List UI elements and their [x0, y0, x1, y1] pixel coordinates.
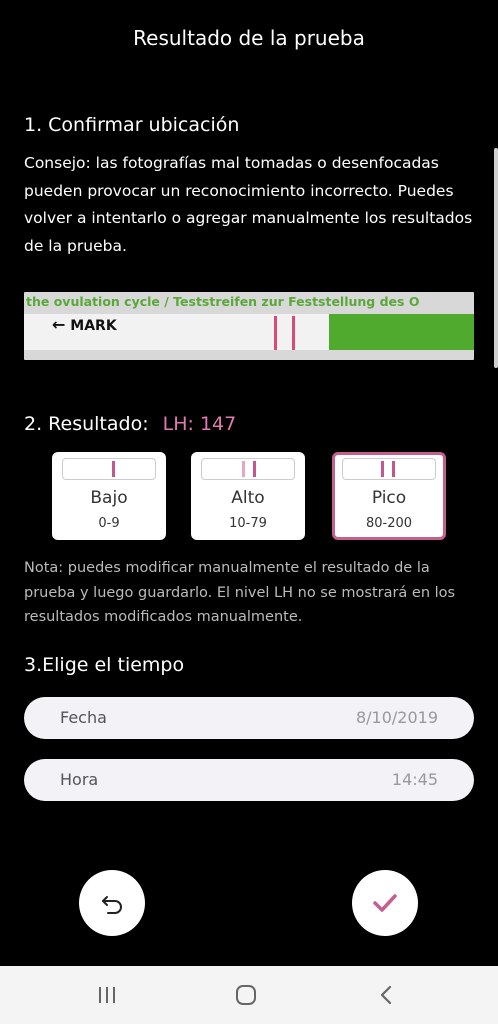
note-text: Nota: puedes modificar manualmente el re…: [24, 560, 456, 625]
time-label: Hora: [60, 770, 99, 789]
result-card-range: 0-9: [98, 516, 120, 531]
confirm-button[interactable]: [352, 870, 418, 936]
date-label: Fecha: [60, 708, 107, 727]
strip-line: [253, 461, 256, 477]
undo-button[interactable]: [79, 870, 145, 936]
scroll-indicator[interactable]: [494, 148, 498, 368]
section-location-heading: 1. Confirmar ubicación: [24, 114, 240, 136]
checkmark-icon: [373, 894, 397, 912]
strip-indicator: [342, 458, 436, 480]
strip-line: [392, 461, 395, 477]
back-icon[interactable]: [373, 982, 399, 1008]
result-heading-label: 2. Resultado:: [24, 413, 149, 435]
result-card-low[interactable]: Bajo 0-9: [52, 452, 166, 540]
result-card-peak[interactable]: Pico 80-200: [332, 452, 446, 540]
section-result-heading: 2. Resultado: LH: 147: [24, 413, 236, 435]
result-card-high[interactable]: Alto 10-79: [191, 452, 305, 540]
strip-indicator: [62, 458, 156, 480]
result-card-range: 10-79: [229, 516, 267, 531]
date-field[interactable]: Fecha 8/10/2019: [24, 697, 474, 739]
recents-icon[interactable]: [94, 982, 120, 1008]
strip-control-line: [292, 316, 295, 350]
strip-mark-label: ← MARK: [52, 315, 117, 334]
time-value: 14:45: [391, 770, 438, 789]
result-card-label: Bajo: [90, 488, 128, 508]
tip-text: Consejo: las fotografías mal tomadas o d…: [24, 154, 473, 255]
strip-line: [381, 461, 384, 477]
result-card-label: Pico: [371, 488, 407, 508]
result-card-label: Alto: [231, 488, 265, 508]
test-strip-image[interactable]: the ovulation cycle / Teststreifen zur F…: [24, 292, 474, 360]
strip-line: [242, 461, 245, 477]
home-icon[interactable]: [233, 982, 259, 1008]
result-options: Bajo 0-9 Alto 10-79 Pico 80-200: [52, 452, 446, 544]
strip-green-area: [329, 314, 474, 350]
date-value: 8/10/2019: [355, 708, 438, 727]
system-navigation-bar: [0, 966, 498, 1024]
strip-indicator: [201, 458, 295, 480]
lh-value: LH: 147: [162, 413, 237, 435]
section-time-heading: 3.Elige el tiempo: [24, 654, 185, 676]
strip-line: [112, 461, 115, 477]
strip-mark-text: MARK: [70, 318, 117, 334]
strip-printed-text: the ovulation cycle / Teststreifen zur F…: [26, 294, 420, 309]
undo-icon: [102, 896, 122, 914]
page-title: Resultado de la prueba: [133, 26, 365, 50]
time-field[interactable]: Hora 14:45: [24, 759, 474, 801]
strip-test-line: [274, 316, 277, 350]
result-card-range: 80-200: [365, 516, 413, 531]
